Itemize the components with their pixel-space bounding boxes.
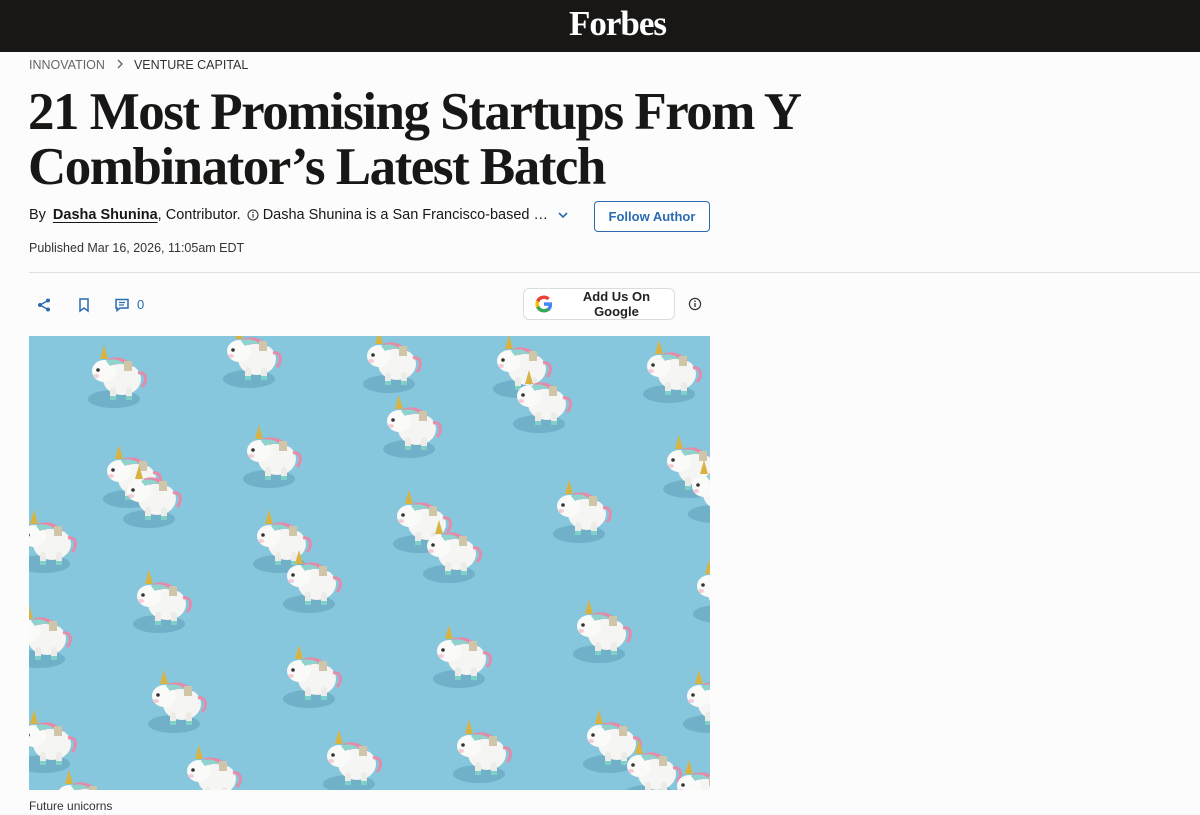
unicorn-figure <box>453 720 512 783</box>
follow-author-button[interactable]: Follow Author <box>594 201 710 232</box>
unicorn-figure <box>29 510 77 573</box>
unicorn-figure <box>243 425 302 488</box>
unicorn-figure <box>88 345 147 408</box>
comment-count[interactable]: 0 <box>137 297 144 312</box>
breadcrumb: INNOVATION VENTURE CAPITAL <box>29 58 248 72</box>
unicorn-figure <box>423 520 482 583</box>
unicorn-figure <box>573 600 632 663</box>
unicorn-figure <box>688 460 710 523</box>
bookmark-icon[interactable] <box>76 297 92 313</box>
unicorn-figure <box>58 770 98 790</box>
unicorn-figure <box>283 645 342 708</box>
unicorn-figure <box>323 730 382 790</box>
unicorn-figure <box>433 625 492 688</box>
unicorn-figure <box>677 760 710 790</box>
share-icon[interactable] <box>36 297 52 313</box>
article-hero-image <box>29 336 710 790</box>
unicorn-figure <box>363 336 422 393</box>
unicorn-figure <box>383 395 442 458</box>
info-icon[interactable] <box>688 297 702 311</box>
unicorn-figure <box>553 480 612 543</box>
top-navbar: Forbes <box>0 0 1200 52</box>
unicorn-figure <box>683 670 710 733</box>
unicorn-figure <box>283 550 342 613</box>
unicorn-figure <box>513 370 572 433</box>
divider <box>29 272 1200 273</box>
add-us-on-google-button[interactable]: Add Us On Google <box>523 288 675 320</box>
breadcrumb-subsection[interactable]: VENTURE CAPITAL <box>134 58 248 72</box>
unicorn-figure <box>148 670 207 733</box>
unicorn-figure <box>187 745 242 790</box>
unicorn-figure <box>693 560 710 623</box>
chevron-down-icon[interactable] <box>556 208 570 222</box>
breadcrumb-separator-icon <box>116 58 124 72</box>
breadcrumb-section[interactable]: INNOVATION <box>29 58 105 72</box>
published-date: Published Mar 16, 2026, 11:05am EDT <box>29 241 245 255</box>
unicorn-figure <box>133 570 192 633</box>
author-role: , Contributor. <box>157 207 241 223</box>
unicorn-figure <box>643 340 702 403</box>
author-link[interactable]: Dasha Shunina <box>53 207 158 223</box>
byline: By Dasha Shunina , Contributor. Dasha Sh… <box>29 207 553 223</box>
image-caption: Future unicorns <box>29 799 113 813</box>
comment-icon[interactable] <box>114 297 130 313</box>
author-bio: Dasha Shunina is a San Francisco-based c… <box>262 207 553 223</box>
byline-prefix: By <box>29 207 46 223</box>
unicorn-figure <box>123 465 182 528</box>
google-logo-icon <box>535 295 553 313</box>
unicorn-figure <box>29 605 72 668</box>
forbes-logo[interactable]: Forbes <box>0 4 1200 44</box>
article-title: 21 Most Promising Startups From Y Combin… <box>28 83 800 196</box>
unicorn-figure <box>223 336 282 388</box>
add-us-on-google-label: Add Us On Google <box>582 289 651 319</box>
info-icon[interactable] <box>247 209 259 221</box>
